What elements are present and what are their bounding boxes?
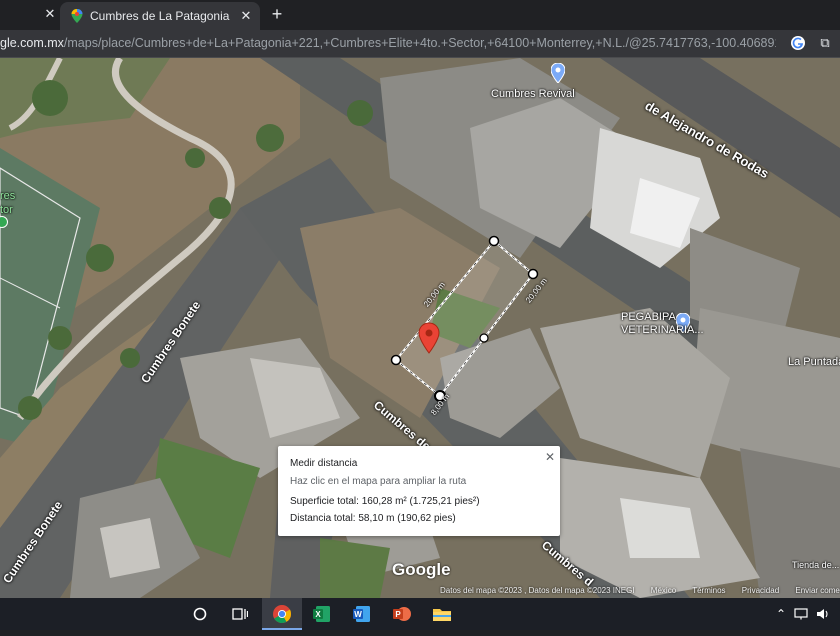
chevron-up-icon[interactable]: ⌃: [776, 598, 786, 630]
excel-icon[interactable]: X: [302, 598, 342, 630]
powerpoint-icon[interactable]: P: [382, 598, 422, 630]
url-host: gle.com.mx: [0, 36, 64, 50]
attribution-data[interactable]: Datos del mapa ©2023 , Datos del mapa ©2…: [440, 586, 635, 595]
tab-title: Cumbres de La Patagonia 221 - G: [90, 9, 230, 23]
google-logo: Google: [392, 560, 451, 579]
attribution-terms[interactable]: Términos: [692, 586, 725, 595]
url-text[interactable]: gle.com.mx/maps/place/Cumbres+de+La+Pata…: [0, 36, 776, 50]
attribution-country: México: [650, 586, 677, 595]
task-view-icon[interactable]: [220, 598, 260, 630]
place-pin-icon[interactable]: [551, 63, 565, 83]
plus-icon[interactable]: +: [268, 5, 286, 23]
google-maps-icon: [71, 9, 83, 23]
place-label-tienda[interactable]: Tienda de...: [792, 560, 839, 570]
google-icon[interactable]: [790, 35, 806, 51]
network-icon[interactable]: [794, 608, 808, 620]
close-icon[interactable]: ✕: [42, 6, 58, 22]
place-label-pegabipa-line2[interactable]: VETERINARIA...: [621, 324, 704, 336]
close-icon[interactable]: ✕: [238, 8, 254, 24]
address-bar[interactable]: gle.com.mx/maps/place/Cumbres+de+La+Pata…: [0, 30, 840, 58]
attribution-privacy[interactable]: Privacidad: [742, 586, 779, 595]
file-explorer-icon[interactable]: [422, 598, 462, 630]
measure-title: Medir distancia: [290, 458, 358, 469]
place-label-pegabipa[interactable]: PEGABIPA: [621, 311, 676, 323]
svg-text:X: X: [315, 610, 321, 619]
close-icon[interactable]: ✕: [544, 451, 556, 463]
url-path: /maps/place/Cumbres+de+La+Patagonia+221,…: [63, 36, 776, 50]
map-pin-icon[interactable]: [418, 322, 440, 354]
search-circle-icon[interactable]: [180, 598, 220, 630]
place-label-la-puntada[interactable]: La Puntada: [788, 356, 840, 368]
windows-taskbar: X W P ⌃: [0, 598, 840, 630]
satellite-map[interactable]: 20,00 m 20,00 m 8,00 m Cumbres Revival P…: [0, 58, 840, 598]
tab-active[interactable]: Cumbres de La Patagonia 221 - G ✕: [60, 2, 260, 30]
place-label-cumbres-revival[interactable]: Cumbres Revival: [491, 88, 575, 100]
measure-distance-card: Medir distancia Haz clic en el mapa para…: [278, 446, 560, 536]
extensions-icon[interactable]: ⧉: [816, 34, 834, 52]
system-tray: ⌃: [770, 598, 840, 630]
measure-distance: Distancia total: 58,10 m (190,62 pies): [290, 513, 456, 524]
browser-tab-strip: ✕ Cumbres de La Patagonia 221 - G ✕ +: [0, 0, 840, 30]
measure-hint: Haz clic en el mapa para ampliar la ruta: [290, 476, 467, 487]
chrome-icon[interactable]: [262, 598, 302, 630]
measure-area: Superficie total: 160,28 m² (1.725,21 pi…: [290, 496, 480, 507]
place-label-left-b[interactable]: tor: [0, 204, 13, 216]
svg-text:W: W: [354, 610, 362, 619]
attribution-feedback[interactable]: Enviar come...: [795, 586, 840, 595]
park-icon[interactable]: [0, 216, 8, 228]
volume-icon[interactable]: [816, 608, 830, 620]
place-label-left-a[interactable]: res: [0, 190, 15, 202]
map-attribution: Datos del mapa ©2023 , Datos del mapa ©2…: [440, 586, 840, 598]
svg-text:P: P: [395, 610, 401, 619]
word-icon[interactable]: W: [342, 598, 382, 630]
